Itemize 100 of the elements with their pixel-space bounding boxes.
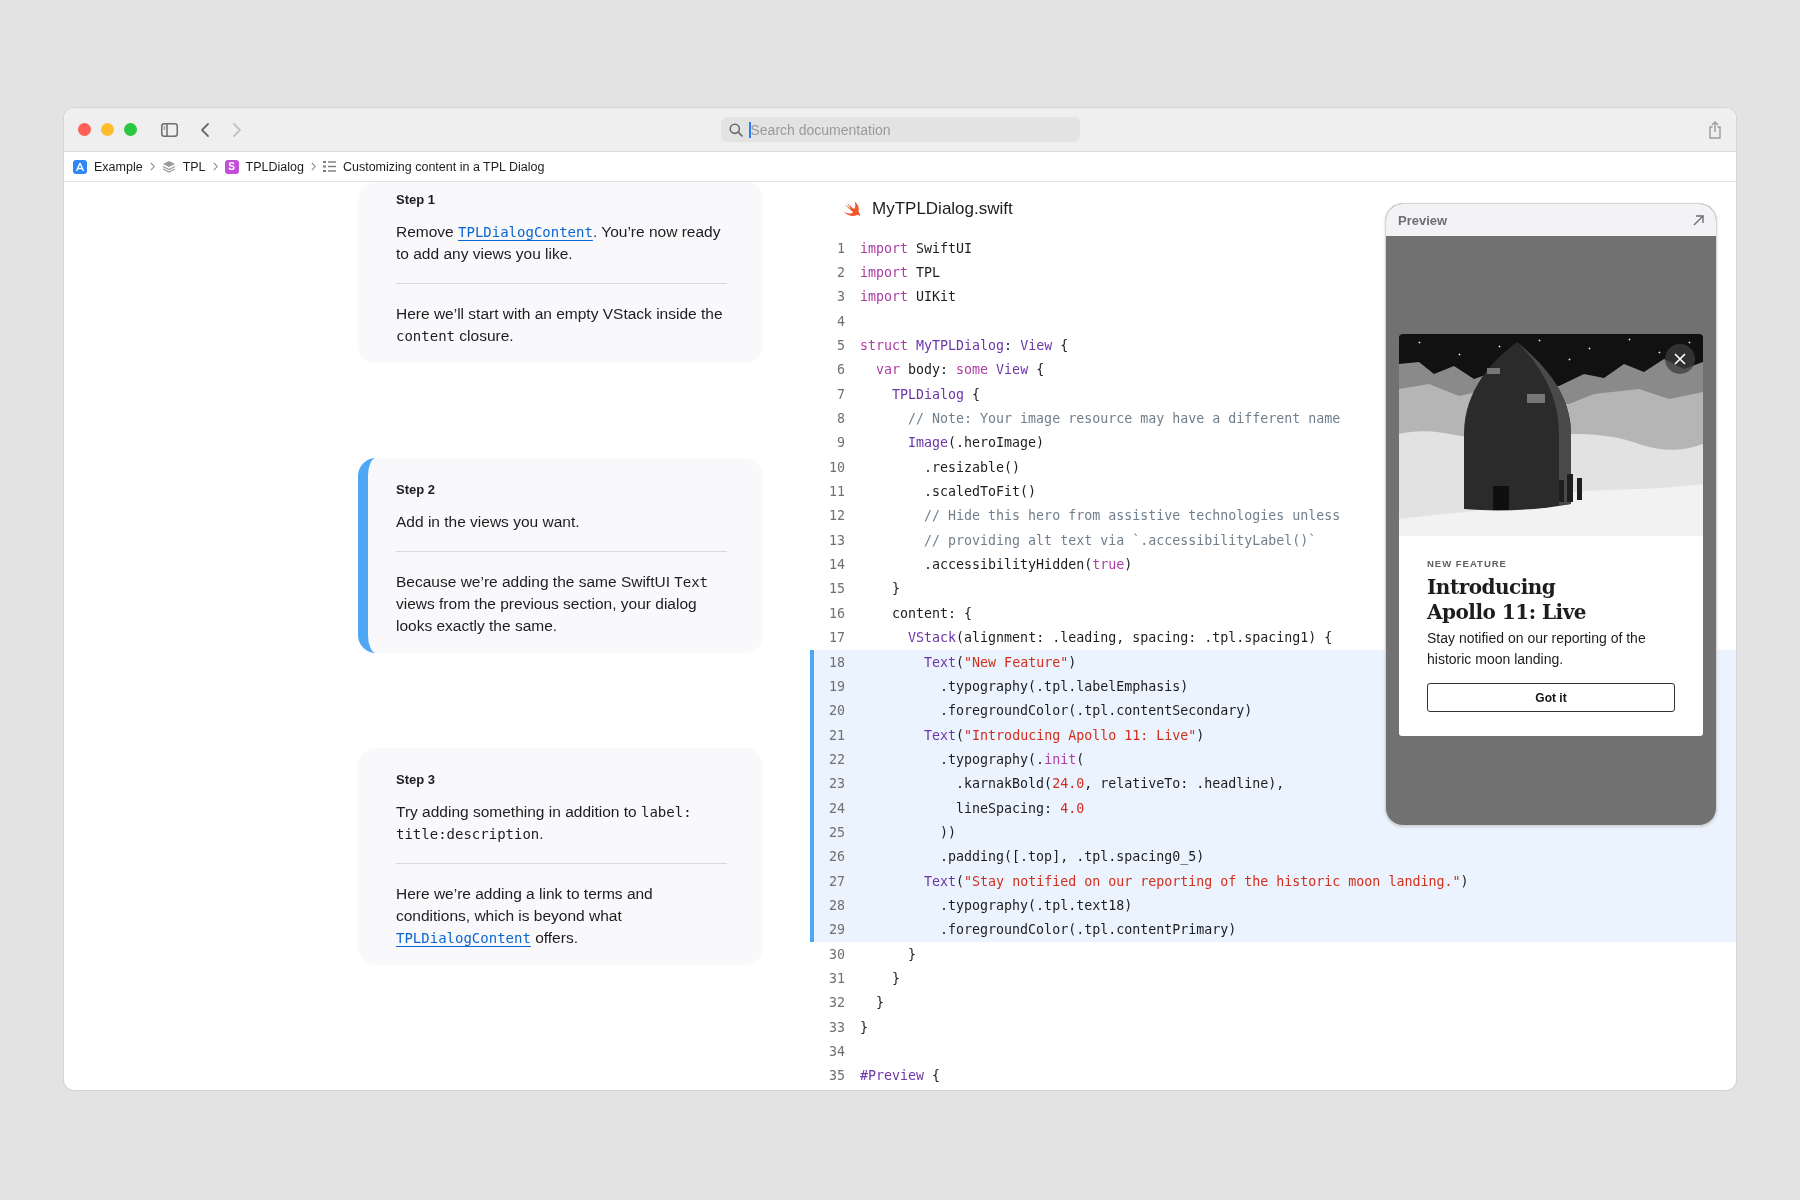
line-number: 6 [836, 362, 845, 378]
line-number: 16 [828, 605, 845, 621]
sidebar-toggle-icon[interactable] [161, 122, 178, 137]
bird-icon [842, 200, 862, 218]
line-number: 14 [828, 557, 845, 573]
code-line: } [891, 971, 901, 986]
code-line: struct MyTPLDialog: View { [860, 338, 1069, 354]
line-number: 21 [828, 727, 845, 743]
step-paragraph: Add in the views you want. [396, 512, 581, 532]
line-number: 10 [828, 459, 845, 475]
symbol-link[interactable]: TPLDialogContent [458, 224, 593, 240]
line-number: 23 [828, 776, 845, 792]
line-number: 1 [836, 240, 845, 256]
code-line: content: { [891, 605, 973, 621]
breadcrumb-link[interactable]: TPLDialog [245, 159, 304, 174]
code-line: .resizable() [923, 459, 1021, 475]
preview-title: Preview [1398, 212, 1448, 228]
line-number: 8 [836, 411, 845, 427]
symbol-link[interactable]: TPLDialogContent [396, 930, 531, 946]
line-number: 26 [828, 849, 845, 865]
minimize-button[interactable] [101, 123, 114, 136]
line-number: 9 [836, 435, 845, 451]
line-number: 35 [828, 1068, 845, 1084]
code-line: .foregroundColor(.tpl.contentSecondary) [939, 703, 1253, 719]
code-line: // Hide this hero from assistive technologies unless [923, 508, 1341, 524]
breadcrumb-link[interactable]: Customizing content in a TPL Dialog [342, 159, 545, 174]
line-number: 33 [828, 1019, 845, 1035]
dialog-body: Stay notified on our reporting of the historic moon landing. [1427, 629, 1647, 669]
step-paragraph: Here we’re adding a link to terms and conditions, which is beyond what TPLDialogContent offers. [396, 884, 654, 948]
step-label: Step 2 [396, 482, 435, 497]
line-number: 32 [828, 995, 845, 1011]
line-number: 28 [828, 897, 845, 913]
code-line: } [860, 1019, 868, 1035]
search-field[interactable]: Search documentation [720, 117, 1080, 142]
code-line: )) [939, 824, 957, 840]
code-line: lineSpacing: 4.0 [955, 800, 1085, 816]
code-line: } [907, 946, 917, 962]
search-icon [728, 123, 743, 137]
eyebrow-label: NEW FEATURE [1427, 558, 1507, 569]
code-line: VStack(alignment: .leading, spacing: .tpl.spacing1) { [907, 630, 1333, 646]
code-line: .typography(.tpl.labelEmphasis) [939, 678, 1189, 694]
line-number: 20 [828, 703, 845, 719]
code-line: } [875, 995, 885, 1011]
line-number: 25 [828, 824, 845, 840]
code-line: .typography(.init( [939, 751, 1085, 767]
list-icon [322, 161, 336, 172]
line-number: 27 [828, 873, 845, 889]
line-number: 12 [828, 508, 845, 524]
code-line: Text("Introducing Apollo 11: Live") [923, 727, 1205, 743]
step-paragraph: Because we’re adding the same SwiftUI Text views from the previous section, your dialog looks exactly the same. [396, 572, 709, 636]
code-line: // providing alt text via `.accessibilityLabel()` [923, 532, 1317, 548]
step-card[interactable]: Step 2 Add in the views you want. Because we’re adding the same SwiftUI Text views from the previous section, your dialog looks exactly the same. [358, 458, 763, 653]
line-number: 13 [828, 532, 845, 548]
got-it-button[interactable]: Got it [1427, 683, 1675, 712]
step-label: Step 3 [396, 772, 435, 787]
line-number: 19 [828, 678, 845, 694]
code-line: import SwiftUI [860, 240, 973, 256]
app-icon [73, 159, 87, 174]
chevron-icon [310, 162, 316, 171]
file-name: MyTPLDialog.swift [872, 199, 1013, 219]
dialog-title: Introducing Apollo 11: Live [1427, 575, 1588, 625]
breadcrumb-link[interactable]: Example [94, 159, 143, 174]
line-number: 4 [836, 313, 845, 329]
back-button[interactable] [200, 121, 210, 138]
chevron-icon [212, 162, 218, 171]
code-line: // Note: Your image resource may have a different name [907, 411, 1341, 427]
step-card[interactable]: Step 3 Try adding something in addition to label: title:description. Here we’re adding a link to terms and conditions, which is beyond what TPLDialogContent offers. [358, 748, 763, 965]
chevron-icon [149, 162, 155, 171]
step-paragraph: Here we’ll start with an empty VStack inside the content closure. [396, 304, 724, 346]
breadcrumb-link[interactable]: TPL [182, 159, 206, 174]
code-line: .typography(.tpl.text18) [939, 897, 1133, 913]
line-number: 7 [836, 386, 845, 402]
code-line: import UIKit [860, 289, 957, 305]
code-line: Text("New Feature") [923, 654, 1077, 670]
code-line: #Preview { [860, 1068, 941, 1084]
zoom-button[interactable] [124, 123, 137, 136]
code-line: .karnakBold(24.0, relativeTo: .headline), [955, 776, 1285, 792]
line-number: 18 [828, 654, 845, 670]
step-label: Step 1 [396, 192, 435, 207]
symbol-icon: S [224, 159, 239, 174]
line-number: 22 [828, 751, 845, 767]
line-number: 2 [836, 265, 845, 280]
code-line: .accessibilityHidden(true) [923, 557, 1133, 573]
code-line: Image(.heroImage) [907, 435, 1045, 451]
line-number: 5 [836, 338, 845, 354]
line-number: 30 [828, 946, 845, 962]
step-paragraph: Remove TPLDialogContent. You’re now ready to add any views you like. [396, 222, 722, 264]
line-number: 17 [828, 630, 845, 646]
line-number: 31 [828, 971, 845, 986]
line-number: 15 [828, 581, 845, 597]
step-paragraph: Try adding something in addition to label: title:description. [396, 802, 693, 844]
code-line: import TPL [860, 265, 941, 280]
expand-icon[interactable] [1693, 214, 1704, 226]
step-card[interactable]: Step 1 Remove TPLDialogContent. You’re now ready to add any views you like. Here we’ll start with an empty VStack inside the content closure. [358, 182, 763, 363]
code-line: } [891, 581, 901, 597]
code-line: Text("Stay notified on our reporting of the historic moon landing.") [923, 873, 1469, 889]
share-icon[interactable] [1708, 120, 1722, 139]
code-line: .scaledToFit() [923, 484, 1037, 500]
line-number: 24 [828, 800, 845, 816]
code-line: var body: some View { [875, 362, 1045, 378]
